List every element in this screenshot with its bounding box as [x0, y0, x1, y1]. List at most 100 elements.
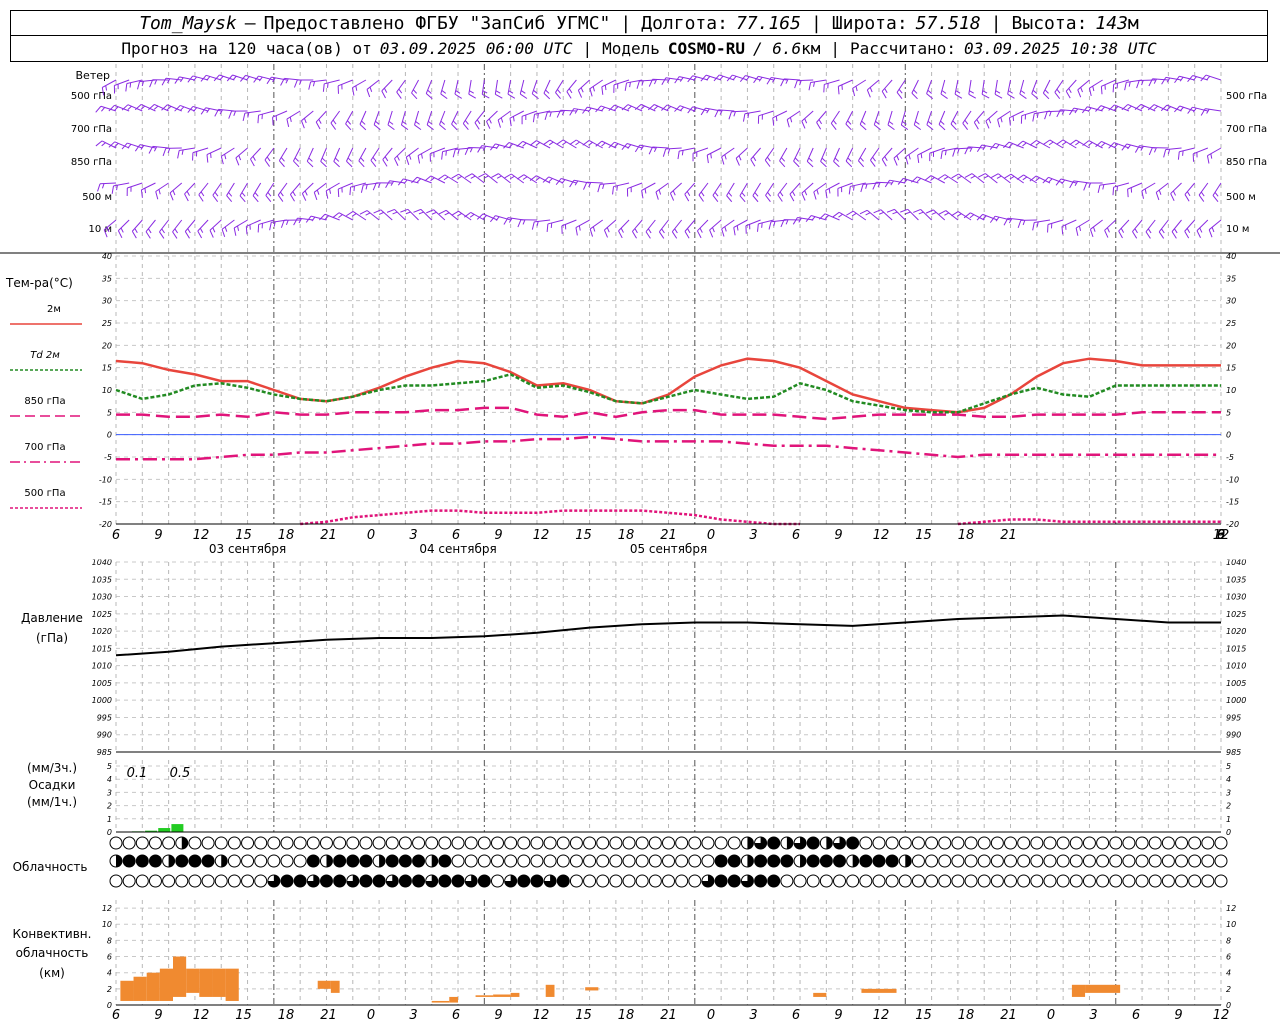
wind-barb: [337, 79, 353, 94]
cloud-circle: [1082, 874, 1096, 888]
wind-barb-feather: [97, 183, 101, 192]
pressure-tick-left: 1015: [92, 644, 112, 653]
cloud-symbol: [1056, 874, 1070, 888]
wind-barb-feather: [918, 211, 924, 215]
cloud-symbol: [175, 874, 189, 888]
wind-barb-feather: [861, 120, 866, 125]
wind-barb-feather: [411, 92, 418, 100]
cloud-fill: [346, 855, 359, 867]
wind-barb-feather: [1145, 231, 1151, 239]
cloud-symbol: [583, 854, 597, 868]
wind-barb: [1082, 140, 1103, 149]
wind-barb-shaft: [816, 110, 827, 123]
wind-barb-shaft: [366, 79, 380, 90]
cloud-symbol: [556, 874, 570, 888]
wind-barb: [768, 219, 787, 230]
cloud-symbol: [1069, 854, 1083, 868]
wind-barb: [938, 210, 959, 221]
wind-barb-feather: [537, 113, 539, 119]
wind-barb-feather: [280, 157, 285, 162]
wind-barb: [1118, 219, 1130, 239]
cloud-circle: [714, 836, 728, 850]
wind-barb-feather: [462, 123, 469, 131]
hour-tick: 9: [154, 528, 162, 543]
wind-barb-feather: [95, 140, 103, 147]
wind-barb: [964, 146, 985, 155]
wind-barb-feather: [174, 76, 180, 84]
wind-barb: [561, 219, 577, 234]
wind-barb-feather: [825, 190, 828, 199]
wind-barb-feather: [1032, 222, 1035, 231]
wind-barb: [700, 107, 722, 116]
convective-bar: [225, 968, 239, 1001]
wind-barb-feather: [238, 155, 242, 161]
cloud-circle: [543, 854, 557, 868]
wind-barb-feather: [105, 85, 108, 91]
wind-barb-shaft: [721, 219, 735, 230]
wind-barb: [1170, 182, 1182, 201]
wind-barb-shaft: [252, 182, 262, 196]
cloud-circle: [727, 836, 741, 850]
wind-barb-feather: [172, 231, 178, 239]
cloud-symbol: [1109, 874, 1123, 888]
wind-barb-feather: [95, 105, 102, 113]
wind-barb: [881, 79, 893, 99]
wind-barb: [358, 147, 367, 168]
wind-barb-feather: [440, 120, 445, 125]
wind-barb-shaft: [197, 219, 209, 232]
wind-barb: [1200, 108, 1222, 116]
pressure-unit: (гПа): [36, 631, 68, 645]
cloud-symbol: [714, 854, 728, 868]
wind-barb-feather: [405, 157, 410, 165]
cloud-symbol: [859, 854, 873, 868]
cloud-symbol: [951, 854, 965, 868]
wind-barb-feather: [332, 119, 337, 125]
wind-barb-shaft: [250, 147, 262, 160]
wind-title: Ветер: [76, 69, 110, 82]
wind-barb-feather: [920, 153, 923, 159]
wind-barb-feather: [1192, 76, 1197, 81]
wind-barb-feather: [884, 179, 891, 188]
wind-barb-shaft: [857, 147, 867, 162]
wind-barb-feather: [917, 154, 920, 164]
precip-title: Осадки: [29, 778, 76, 792]
wind-barb-feather: [1017, 220, 1022, 229]
wind-barb-shaft: [159, 219, 170, 233]
wind-barb-feather: [968, 93, 977, 99]
wind-barb: [655, 182, 669, 200]
cloud-symbol: [412, 836, 426, 850]
wind-barb-feather: [601, 142, 606, 147]
wind-barb: [382, 147, 393, 167]
cloud-symbol: [714, 874, 728, 888]
cloud-fill: [221, 855, 228, 867]
cloud-fill: [168, 855, 175, 867]
cloud-symbol: [740, 874, 754, 888]
cloud-symbol: [767, 874, 781, 888]
wind-barb-feather: [252, 195, 259, 203]
cloud-symbol: [280, 874, 294, 888]
cloud-symbol: [977, 836, 991, 850]
wind-barb: [387, 110, 395, 131]
wind-barb-feather: [672, 190, 676, 196]
cloud-symbol: [306, 874, 320, 888]
cloud-symbol: [1056, 854, 1070, 868]
wind-barb-shaft: [235, 147, 248, 159]
wind-barb-feather: [398, 88, 403, 94]
wind-barb-feather: [162, 148, 167, 157]
wind-barb-feather: [884, 88, 888, 94]
wind-barb: [661, 77, 682, 85]
wind-barb-feather: [1036, 221, 1039, 227]
wind-barb: [280, 219, 301, 228]
cloud-circle: [490, 874, 504, 888]
cloud-fill: [807, 837, 820, 849]
wind-barb-feather: [516, 174, 525, 180]
cloud-fill: [307, 855, 320, 867]
wind-barb-feather: [941, 90, 947, 94]
wind-barb-shaft: [765, 182, 775, 196]
pressure-tick-left: 1000: [92, 696, 112, 705]
wind-barb-feather: [153, 105, 159, 110]
wind-barb-feather: [1016, 174, 1024, 180]
cloud-circle: [609, 874, 623, 888]
cloud-symbol: [1096, 854, 1110, 868]
wind-barb: [859, 110, 867, 131]
